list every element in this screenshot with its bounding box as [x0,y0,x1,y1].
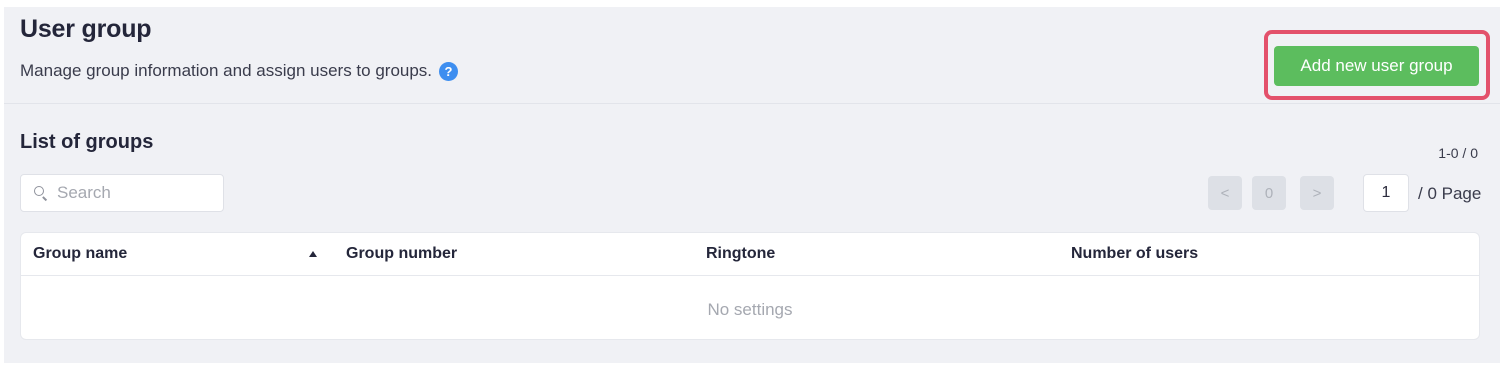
empty-state-text: No settings [707,300,793,319]
page-description-text: Manage group information and assign user… [20,61,433,80]
next-page-button[interactable]: > [1300,176,1334,210]
section-title: List of groups [20,131,154,153]
column-header-group-number[interactable]: Group number [346,245,457,263]
total-pages: / 0 Page [1418,184,1482,203]
prev-page-button[interactable]: < [1208,176,1242,210]
search-icon [33,185,49,201]
column-header-ringtone[interactable]: Ringtone [706,245,775,263]
help-icon[interactable]: ? [439,61,459,81]
search-box[interactable] [20,174,224,212]
column-header-number-of-users[interactable]: Number of users [1071,245,1198,263]
table-header: Group name Group number Ringtone Number … [21,233,1479,276]
user-group-page: User group Manage group information and … [4,7,1500,363]
sort-ascending-icon[interactable] [309,251,317,257]
current-page-indicator: 0 [1252,176,1286,210]
result-range: 1-0 / 0 [1438,145,1478,161]
page-description: Manage group information and assign user… [20,61,459,81]
groups-table: Group name Group number Ringtone Number … [20,232,1480,340]
page-header: User group Manage group information and … [4,7,1500,104]
add-user-group-button[interactable]: Add new user group [1274,46,1479,86]
search-input[interactable] [57,183,207,203]
column-header-group-name[interactable]: Group name [33,245,127,263]
page-number-input[interactable]: 1 [1363,174,1409,212]
page-title: User group [20,15,152,43]
